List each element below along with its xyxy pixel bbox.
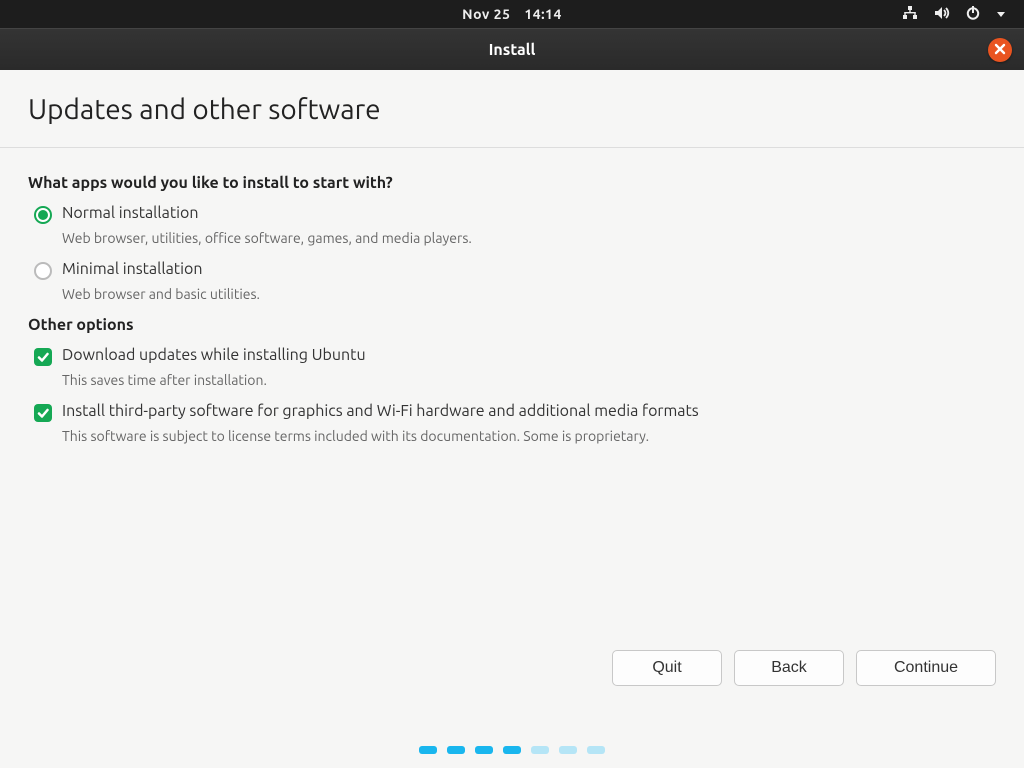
network-icon[interactable]	[902, 6, 918, 23]
progress-dot	[475, 746, 493, 754]
power-icon[interactable]	[966, 6, 980, 23]
clock-date: Nov 25	[462, 6, 510, 22]
radio-icon	[34, 206, 52, 224]
progress-dot	[531, 746, 549, 754]
page-title: Updates and other software	[28, 94, 996, 147]
radio-minimal-desc: Web browser and basic utilities.	[62, 286, 962, 302]
quit-button[interactable]: Quit	[612, 650, 722, 686]
window-titlebar: Install	[0, 28, 1024, 70]
checkbox-third-party-desc: This software is subject to license term…	[62, 428, 962, 444]
checkbox-third-party[interactable]: Install third-party software for graphic…	[28, 402, 996, 422]
title-separator	[0, 147, 1024, 148]
checkbox-icon	[34, 404, 52, 422]
wizard-progress	[0, 746, 1024, 754]
continue-button[interactable]: Continue	[856, 650, 996, 686]
window-title: Install	[489, 41, 536, 59]
radio-icon	[34, 262, 52, 280]
progress-dot	[447, 746, 465, 754]
system-topbar: Nov 25 14:14	[0, 0, 1024, 28]
back-button[interactable]: Back	[734, 650, 844, 686]
install-type-question: What apps would you like to install to s…	[28, 174, 996, 192]
window-close-button[interactable]	[988, 38, 1012, 62]
checkbox-third-party-label: Install third-party software for graphic…	[62, 402, 699, 420]
clock[interactable]: Nov 25 14:14	[462, 6, 562, 22]
chevron-down-icon[interactable]	[996, 6, 1006, 22]
radio-minimal-install[interactable]: Minimal installation	[28, 260, 996, 280]
progress-dot	[419, 746, 437, 754]
other-options-heading: Other options	[28, 316, 996, 334]
checkbox-download-updates-desc: This saves time after installation.	[62, 372, 962, 388]
installer-content: Updates and other software What apps wou…	[0, 70, 1024, 444]
clock-time: 14:14	[524, 6, 562, 22]
progress-dot	[559, 746, 577, 754]
progress-dot	[587, 746, 605, 754]
radio-normal-desc: Web browser, utilities, office software,…	[62, 230, 962, 246]
radio-normal-label: Normal installation	[62, 204, 199, 222]
system-indicators[interactable]	[902, 6, 1006, 23]
wizard-button-row: Quit Back Continue	[612, 650, 996, 686]
checkbox-download-updates-label: Download updates while installing Ubuntu	[62, 346, 366, 364]
checkbox-download-updates[interactable]: Download updates while installing Ubuntu	[28, 346, 996, 366]
radio-normal-install[interactable]: Normal installation	[28, 204, 996, 224]
checkbox-icon	[34, 348, 52, 366]
volume-icon[interactable]	[934, 6, 950, 23]
progress-dot	[503, 746, 521, 754]
close-icon	[994, 41, 1006, 59]
radio-minimal-label: Minimal installation	[62, 260, 202, 278]
